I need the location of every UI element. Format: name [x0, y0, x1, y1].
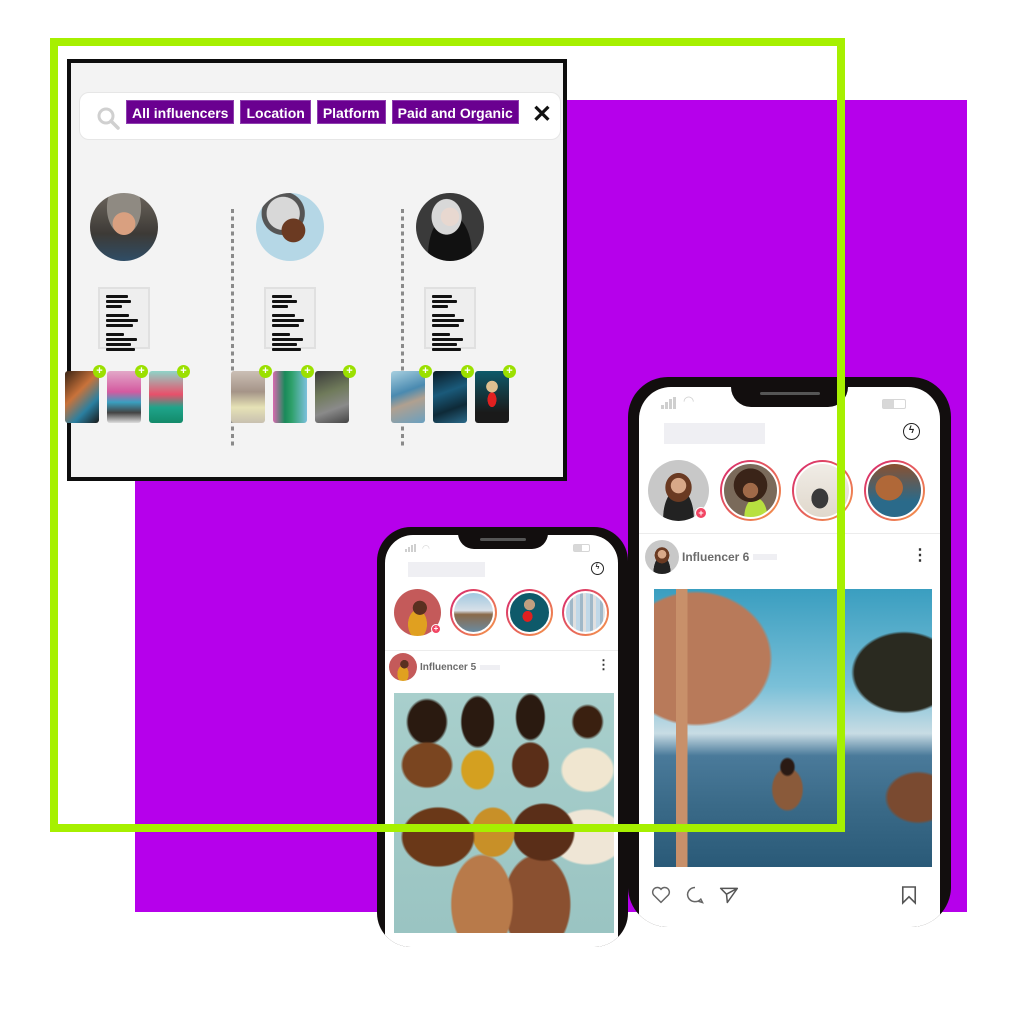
influencer-card: + + + — [385, 193, 516, 423]
stories-row: + — [648, 460, 925, 521]
signal-icon — [405, 544, 416, 552]
username-placeholder — [753, 554, 778, 560]
story[interactable] — [720, 460, 781, 521]
content-thumbnail[interactable]: + — [231, 365, 272, 423]
app-logo-placeholder — [408, 562, 485, 577]
messenger-icon[interactable]: ϟ — [903, 423, 920, 440]
bookmark-icon[interactable] — [901, 885, 917, 905]
content-thumbnail[interactable]: + — [433, 365, 474, 423]
content-thumbnails: + + + — [225, 365, 356, 423]
chip-paid-and-organic[interactable]: Paid and Organic — [391, 100, 519, 124]
add-icon[interactable]: + — [503, 365, 516, 378]
post-menu-icon[interactable]: ⋮ — [912, 545, 928, 565]
content-thumbnail[interactable]: + — [315, 365, 356, 423]
phone-screen: ◠ ϟ + Influencer 6 ⋮ — [639, 387, 940, 927]
post-header: Influencer 6 — [645, 539, 778, 575]
wifi-icon: ◠ — [422, 543, 430, 553]
avatar[interactable] — [416, 193, 484, 261]
infinity-pool-photo — [654, 589, 932, 867]
story[interactable] — [450, 589, 497, 636]
post-header: Influencer 5 — [389, 652, 501, 682]
add-icon[interactable]: + — [461, 365, 474, 378]
influencer-card: + + + — [225, 193, 356, 423]
add-story-icon[interactable]: + — [431, 624, 441, 634]
post-avatar[interactable] — [389, 653, 417, 681]
search-bar[interactable]: All influencers Location Platform Paid a… — [79, 92, 561, 140]
post-avatar[interactable] — [645, 540, 679, 574]
phone-screen: ◠ ϟ + Influencer 5 ⋮ — [385, 535, 618, 947]
content-thumbnail[interactable]: + — [65, 365, 106, 423]
post-username[interactable]: Influencer 5 — [420, 662, 476, 673]
chip-location[interactable]: Location — [240, 100, 311, 124]
content-thumbnails: + + + — [59, 365, 190, 423]
content-thumbnail[interactable]: + — [107, 365, 148, 423]
story[interactable] — [506, 589, 553, 636]
content-thumbnail[interactable]: + — [391, 365, 432, 423]
content-thumbnails: + + + — [385, 365, 516, 423]
avatar[interactable] — [256, 193, 324, 261]
content-thumbnail[interactable]: + — [475, 365, 516, 423]
close-icon[interactable]: ✕ — [532, 103, 552, 127]
post-menu-icon[interactable]: ⋮ — [597, 657, 610, 673]
post-username[interactable]: Influencer 6 — [682, 550, 749, 564]
story[interactable] — [562, 589, 609, 636]
add-icon[interactable]: + — [93, 365, 106, 378]
content-thumbnail[interactable]: + — [149, 365, 190, 423]
story-own[interactable]: + — [648, 460, 709, 521]
influencer-filter-panel: All influencers Location Platform Paid a… — [65, 59, 567, 481]
phone-notch — [458, 535, 548, 549]
share-icon[interactable] — [719, 885, 739, 905]
phone-mockup-large: ◠ ϟ + Influencer 6 ⋮ — [628, 377, 951, 927]
group-photo — [394, 693, 614, 933]
comment-icon[interactable] — [685, 885, 705, 905]
divider — [385, 650, 618, 651]
battery-icon — [882, 399, 906, 409]
stories-row: + — [394, 589, 609, 636]
story[interactable] — [792, 460, 853, 521]
username-placeholder — [480, 664, 501, 670]
phone-mockup-small: ◠ ϟ + Influencer 5 ⋮ — [377, 527, 628, 947]
signal-icon — [661, 397, 676, 409]
post-actions — [651, 885, 929, 905]
heart-icon[interactable] — [651, 886, 671, 904]
avatar[interactable] — [90, 193, 158, 261]
battery-icon — [573, 544, 590, 552]
wifi-icon: ◠ — [683, 393, 695, 408]
add-icon[interactable]: + — [177, 365, 190, 378]
story-own[interactable]: + — [394, 589, 441, 636]
content-thumbnail[interactable]: + — [273, 365, 314, 423]
add-icon[interactable]: + — [259, 365, 272, 378]
add-icon[interactable]: + — [343, 365, 356, 378]
add-icon[interactable]: + — [301, 365, 314, 378]
add-icon[interactable]: + — [419, 365, 432, 378]
divider — [639, 533, 940, 534]
story[interactable] — [864, 460, 925, 521]
bio-document-icon — [264, 287, 316, 351]
chip-all-influencers[interactable]: All influencers — [126, 100, 235, 124]
bio-document-icon — [424, 287, 476, 351]
filter-chips: All influencers Location Platform Paid a… — [126, 100, 519, 124]
add-story-icon[interactable]: + — [695, 507, 707, 519]
app-logo-placeholder — [664, 423, 765, 444]
add-icon[interactable]: + — [135, 365, 148, 378]
search-icon — [97, 107, 120, 130]
influencer-card: + + + — [59, 193, 190, 423]
phone-notch — [731, 387, 848, 407]
messenger-icon[interactable]: ϟ — [591, 562, 604, 575]
chip-platform[interactable]: Platform — [316, 100, 386, 124]
bio-document-icon — [98, 287, 150, 351]
